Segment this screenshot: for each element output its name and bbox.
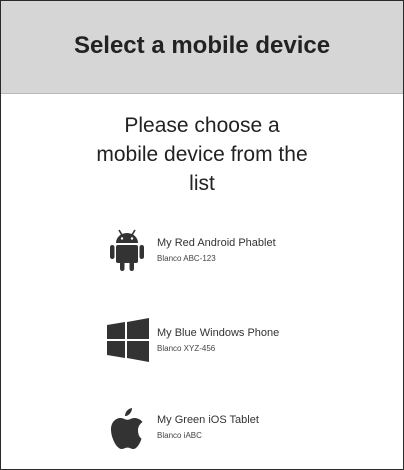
instruction-line-3: list (189, 172, 215, 195)
instruction-line-1: Please choose a (124, 114, 280, 137)
page-title: Select a mobile device (73, 31, 331, 59)
device-item-apple[interactable]: My Green iOS Tablet Blanco iABC (105, 405, 365, 459)
device-item-windows[interactable]: My Blue Windows Phone Blanco XYZ-456 (105, 317, 365, 371)
device-subtitle: Blanco XYZ-456 (157, 344, 216, 353)
device-subtitle: Blanco iABC (157, 431, 202, 440)
android-icon (110, 229, 144, 271)
device-name: My Blue Windows Phone (157, 327, 280, 339)
device-name: My Green iOS Tablet (157, 414, 259, 426)
apple-icon (111, 408, 143, 449)
device-picker-panel: Select a mobile device Please choose a m… (0, 0, 404, 470)
device-item-android[interactable]: My Red Android Phablet Blanco ABC-123 (105, 227, 365, 281)
header-bar: Select a mobile device (1, 1, 403, 94)
device-name: My Red Android Phablet (157, 237, 276, 249)
windows-icon (107, 318, 149, 362)
instruction-line-2: mobile device from the (96, 143, 308, 166)
device-subtitle: Blanco ABC-123 (157, 254, 216, 263)
instruction-text: Please choose a mobile device from the l… (1, 111, 403, 198)
